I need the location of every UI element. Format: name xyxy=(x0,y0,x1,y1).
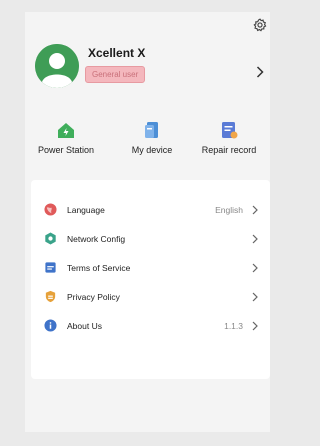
user-name: Xcellent X xyxy=(88,46,146,60)
menu-item-value: 1.1.3 xyxy=(224,321,243,331)
quick-actions: Power Station My device Repair record xyxy=(25,120,270,166)
quick-action-my-device[interactable]: My device xyxy=(117,120,187,155)
chevron-right-icon[interactable] xyxy=(256,66,264,78)
menu-item-language[interactable]: Language English xyxy=(31,199,270,221)
menu-item-network-config[interactable]: Network Config xyxy=(31,228,270,250)
info-icon xyxy=(44,319,57,332)
quick-action-repair-record[interactable]: Repair record xyxy=(194,120,264,155)
avatar xyxy=(35,44,79,88)
menu-item-label: Privacy Policy xyxy=(67,292,120,302)
menu-item-label: Terms of Service xyxy=(67,263,131,273)
quick-action-label: Repair record xyxy=(201,145,257,155)
document-icon xyxy=(44,261,57,274)
quick-action-label: My device xyxy=(131,145,173,155)
menu-item-terms-of-service[interactable]: Terms of Service xyxy=(31,257,270,279)
network-icon xyxy=(44,232,57,245)
chevron-right-icon xyxy=(252,292,258,302)
power-station-icon xyxy=(56,120,76,140)
profile-header[interactable]: Xcellent X General user xyxy=(31,40,270,120)
quick-action-power-station[interactable]: Power Station xyxy=(31,120,101,155)
shield-icon xyxy=(44,290,57,303)
menu-item-value: English xyxy=(215,205,243,215)
settings-gear-icon[interactable] xyxy=(253,18,267,32)
chevron-right-icon xyxy=(252,234,258,244)
menu-item-label: About Us xyxy=(67,321,102,331)
quick-action-label: Power Station xyxy=(37,145,95,155)
menu-item-label: Network Config xyxy=(67,234,126,244)
globe-icon xyxy=(44,203,57,216)
repair-record-icon xyxy=(219,120,239,140)
device-icon xyxy=(142,120,162,140)
menu-item-privacy-policy[interactable]: Privacy Policy xyxy=(31,286,270,308)
chevron-right-icon xyxy=(252,205,258,215)
menu-item-label: Language xyxy=(67,205,105,215)
chevron-right-icon xyxy=(252,321,258,331)
chevron-right-icon xyxy=(252,263,258,273)
profile-panel: Xcellent X General user Power Station My… xyxy=(25,12,270,432)
user-role-badge: General user xyxy=(85,66,146,83)
menu-item-about-us[interactable]: About Us 1.1.3 xyxy=(31,315,270,337)
settings-menu: Language English Network Config Terms of… xyxy=(31,180,270,379)
